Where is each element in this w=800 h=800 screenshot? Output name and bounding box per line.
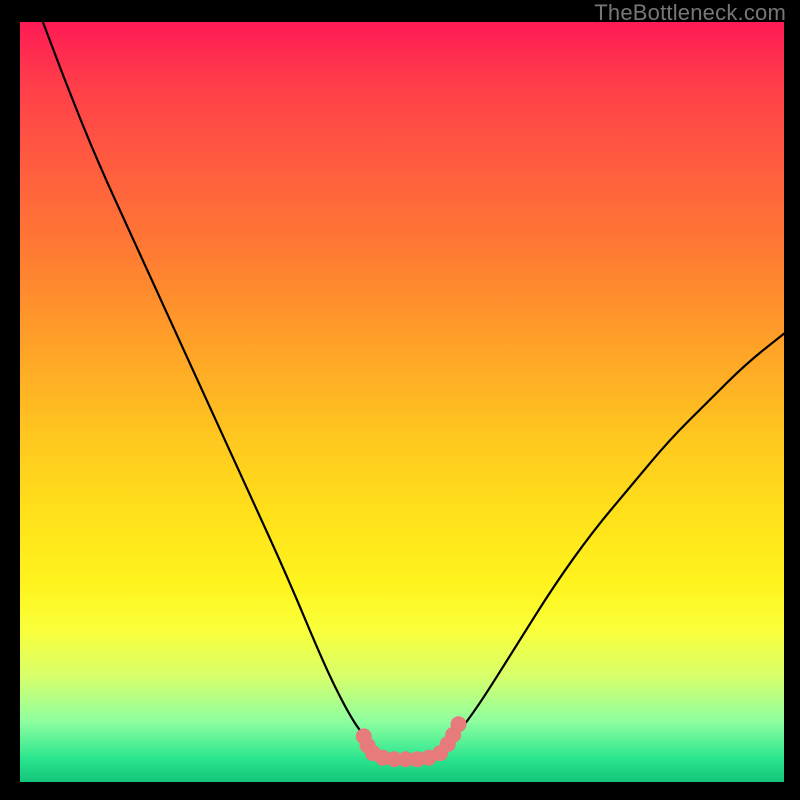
plot-area bbox=[20, 22, 784, 782]
chart-frame: TheBottleneck.com bbox=[0, 0, 800, 800]
trough-marker bbox=[451, 716, 467, 732]
trough-markers bbox=[356, 716, 467, 767]
bottleneck-curve bbox=[43, 22, 784, 759]
curve-svg bbox=[20, 22, 784, 782]
